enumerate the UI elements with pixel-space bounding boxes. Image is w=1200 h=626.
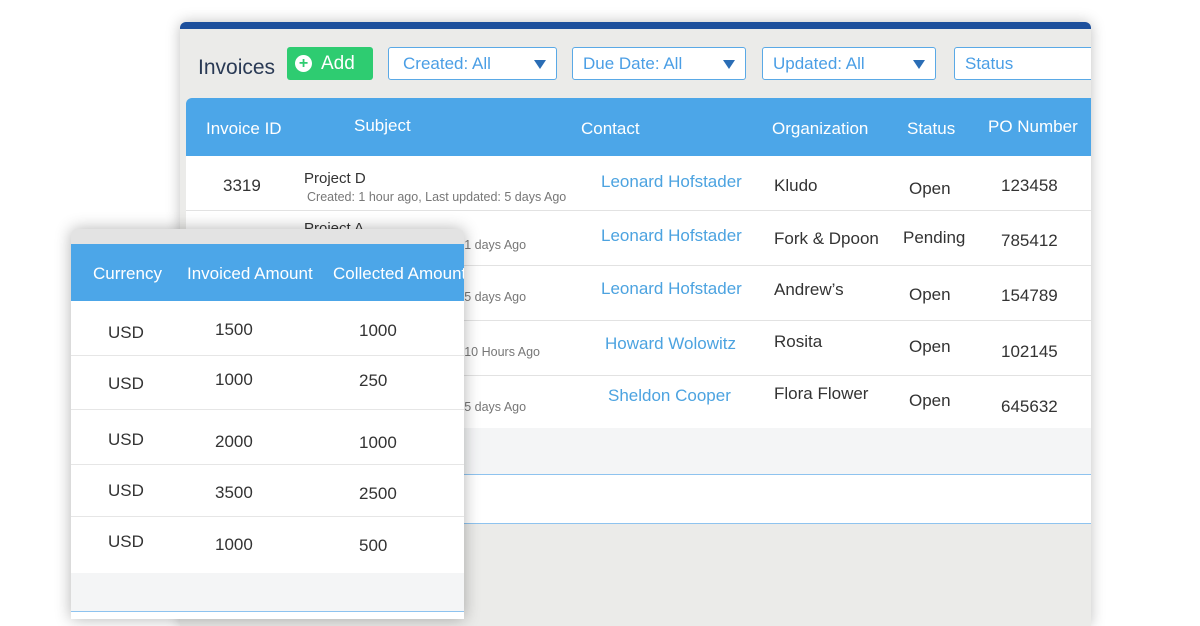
po-number: 102145 [1001,342,1058,361]
contact-link[interactable]: Leonard Hofstader [601,279,742,299]
table-row[interactable]: 3319 Project D Created: 1 hour ago, Last… [186,156,1091,211]
organization-name: Rosita [774,332,823,351]
collected-amount-cell: 1000 [359,433,397,452]
amounts-table-body: USD 1500 1000 USD 1000 250 USD 2000 1000… [71,301,464,573]
chevron-down-icon [534,60,546,69]
table-row[interactable]: USD 1000 250 [71,356,464,410]
invoice-id: 3319 [223,176,261,195]
amounts-table-header: Currency Invoiced Amount Collected Amoun… [71,244,464,301]
organization-name: Fork & Dpoon [774,229,879,248]
column-header-currency[interactable]: Currency [93,264,162,284]
invoices-toolbar: Invoices + Add Created: All Due Date: Al… [180,29,1091,99]
due-date-filter-dropdown[interactable]: Due Date: All [572,47,746,80]
invoice-meta: Created: 1 hour ago, Last updated: 5 day… [307,190,567,204]
amounts-footer-row [71,612,464,619]
currency-cell: USD [108,532,144,551]
po-number: 645632 [1001,397,1058,416]
chevron-down-icon [913,60,925,69]
column-header-status[interactable]: Status [907,119,955,139]
collected-amount-cell: 250 [359,371,388,390]
updated-filter-dropdown[interactable]: Updated: All [762,47,936,80]
table-row[interactable]: USD 3500 2500 [71,465,464,517]
column-header-contact[interactable]: Contact [581,119,640,139]
status-text: Pending [903,228,966,247]
po-number: 154789 [1001,286,1058,305]
currency-cell: USD [108,481,144,500]
column-header-invoiced-amount[interactable]: Invoiced Amount [187,264,313,284]
table-row[interactable]: USD 1000 500 [71,517,464,573]
invoiced-amount-cell: 1500 [215,320,253,339]
status-text: Open [909,337,951,356]
column-header-organization[interactable]: Organization [772,119,868,139]
invoiced-amount-cell: 1000 [215,535,253,554]
currency-cell: USD [108,374,144,393]
table-row[interactable]: USD 1500 1000 [71,301,464,356]
status-filter-dropdown[interactable]: Status [954,47,1091,80]
column-header-collected-amount[interactable]: Collected Amount [333,264,464,284]
add-button-label: Add [321,52,355,74]
status-text: Open [909,391,951,410]
amounts-footer-band [71,573,464,612]
invoices-table-header: Invoice ID Subject Contact Organization … [186,98,1091,156]
page-title: Invoices [198,56,276,79]
collected-amount-cell: 500 [359,536,388,555]
add-invoice-button[interactable]: + Add [287,47,373,80]
column-header-subject[interactable]: Subject [354,116,411,136]
collected-amount-cell: 2500 [359,484,397,503]
organization-name: Kludo [774,176,818,195]
po-number: 123458 [1001,176,1058,195]
amounts-window: Currency Invoiced Amount Collected Amoun… [71,229,464,619]
currency-cell: USD [108,323,144,342]
organization-name: Andrew’s [774,280,844,299]
table-row[interactable]: USD 2000 1000 [71,410,464,465]
invoiced-amount-cell: 1000 [215,370,253,389]
contact-link[interactable]: Howard Wolowitz [605,334,736,354]
invoiced-amount-cell: 2000 [215,432,253,451]
chevron-down-icon [723,60,735,69]
po-number: 785412 [1001,231,1058,250]
invoiced-amount-cell: 3500 [215,483,253,502]
contact-link[interactable]: Leonard Hofstader [601,226,742,246]
contact-link[interactable]: Leonard Hofstader [601,172,742,192]
status-text: Open [909,179,951,198]
currency-cell: USD [108,430,144,449]
plus-icon: + [295,55,312,72]
created-filter-dropdown[interactable]: Created: All [388,47,557,80]
organization-name: Flora Flower [774,384,869,403]
column-header-po-number[interactable]: PO Number [988,117,1078,137]
collected-amount-cell: 1000 [359,321,397,340]
status-text: Open [909,285,951,304]
column-header-invoice-id[interactable]: Invoice ID [206,119,282,139]
invoice-subject[interactable]: Project D [304,170,366,187]
contact-link[interactable]: Sheldon Cooper [608,386,731,406]
